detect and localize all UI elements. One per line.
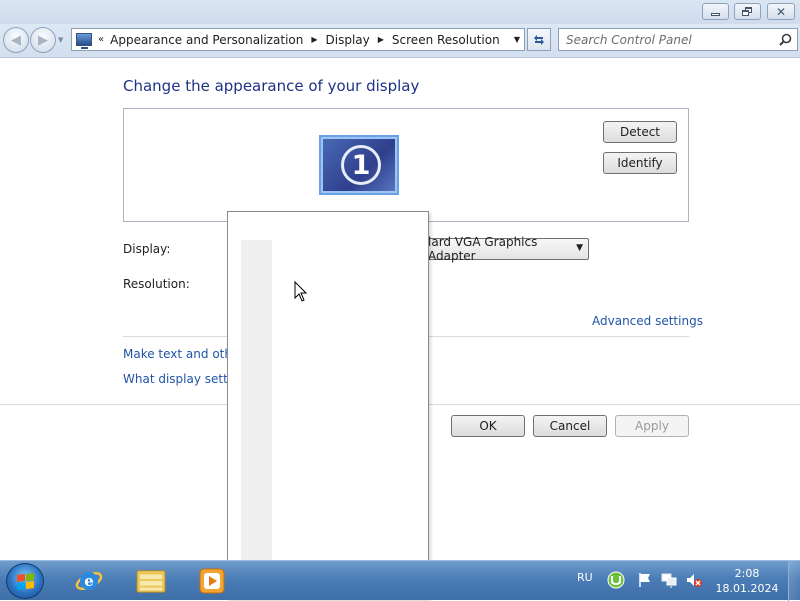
forward-arrow-icon: ▶ xyxy=(38,32,48,48)
breadcrumb-display[interactable]: Display xyxy=(326,33,370,47)
detect-button[interactable]: Detect xyxy=(603,121,677,143)
network-icon[interactable] xyxy=(660,571,678,589)
back-arrow-icon: ◀ xyxy=(11,32,21,48)
close-button[interactable]: ✕ xyxy=(767,3,795,20)
media-player-icon xyxy=(199,568,225,594)
back-button[interactable]: ◀ xyxy=(3,27,29,53)
apply-button[interactable]: Apply xyxy=(615,415,689,437)
search-input[interactable] xyxy=(566,32,766,47)
display-select-value: lard VGA Graphics Adapter xyxy=(428,235,538,263)
monitor-number: 1 xyxy=(341,145,381,185)
taskbar: e RU 2:08 18.01.2024 xyxy=(0,560,800,601)
internet-explorer-icon: e xyxy=(75,572,103,590)
address-dropdown-icon[interactable]: ▼ xyxy=(514,35,520,44)
windows-explorer-icon xyxy=(136,570,166,593)
breadcrumb-appearance[interactable]: Appearance and Personalization xyxy=(110,33,303,47)
volume-muted-icon[interactable] xyxy=(685,571,703,589)
chevron-down-icon: ▼ xyxy=(576,243,583,253)
refresh-button[interactable] xyxy=(527,28,551,51)
monitor-icon[interactable]: 1 xyxy=(319,135,399,195)
advanced-settings-link[interactable]: Advanced settings xyxy=(592,314,703,328)
windows-logo-icon xyxy=(16,572,34,590)
display-label: Display: xyxy=(123,242,171,256)
cancel-button[interactable]: Cancel xyxy=(533,415,607,437)
restore-icon xyxy=(742,7,753,16)
minimize-icon xyxy=(711,12,720,16)
chevron-right-icon[interactable]: ▶ xyxy=(378,35,384,44)
clock-date: 18.01.2024 xyxy=(715,582,779,595)
start-button[interactable] xyxy=(6,563,44,599)
action-center-flag-icon[interactable] xyxy=(636,571,654,589)
mouse-cursor-icon xyxy=(294,281,308,302)
forward-button[interactable]: ▶ xyxy=(30,27,56,53)
title-bar: ✕ xyxy=(0,0,800,24)
show-desktop-button[interactable] xyxy=(788,561,800,601)
clock[interactable]: 2:08 18.01.2024 xyxy=(714,566,780,596)
close-icon: ✕ xyxy=(775,4,787,19)
address-bar[interactable]: « Appearance and Personalization ▶ Displ… xyxy=(71,28,525,51)
identify-button[interactable]: Identify xyxy=(603,152,677,174)
monitor-preview-pane: 1 Detect Identify xyxy=(123,108,689,222)
chevron-right-icon[interactable]: ▶ xyxy=(311,35,317,44)
refresh-icon xyxy=(534,34,544,45)
ok-button[interactable]: OK xyxy=(451,415,525,437)
resolution-dropdown-popup[interactable] xyxy=(227,211,429,600)
control-panel-icon xyxy=(76,33,92,49)
minimize-button[interactable] xyxy=(702,3,729,20)
navigation-bar: ◀ ▶ ▼ « Appearance and Personalization ▶… xyxy=(0,24,800,58)
windows-explorer-button[interactable] xyxy=(136,566,166,596)
media-player-button[interactable] xyxy=(197,566,227,596)
recent-pages-dropdown[interactable]: ▼ xyxy=(58,36,63,44)
page-title: Change the appearance of your display xyxy=(123,77,420,95)
clock-time: 2:08 xyxy=(734,567,760,580)
resolution-slider-track[interactable] xyxy=(241,240,272,571)
utorrent-icon[interactable] xyxy=(607,571,625,589)
internet-explorer-button[interactable]: e xyxy=(74,566,104,596)
search-box[interactable] xyxy=(558,28,798,51)
language-indicator[interactable]: RU xyxy=(577,571,593,584)
breadcrumb-screen-resolution[interactable]: Screen Resolution xyxy=(392,33,500,47)
breadcrumb-overflow[interactable]: « xyxy=(98,34,104,45)
search-icon[interactable] xyxy=(779,33,792,46)
resolution-label: Resolution: xyxy=(123,277,190,291)
svg-text:e: e xyxy=(84,572,94,590)
restore-button[interactable] xyxy=(734,3,761,20)
